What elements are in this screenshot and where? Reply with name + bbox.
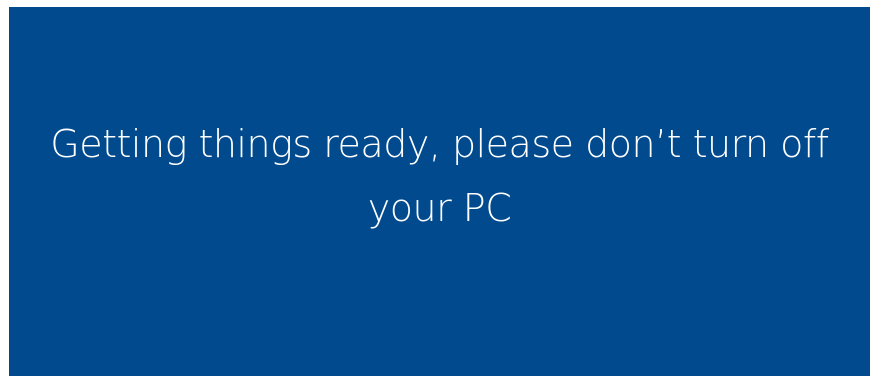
status-message: Getting things ready, please don’t turn … [50, 112, 829, 240]
status-message-line-1: Getting things ready, please don’t turn … [50, 121, 829, 166]
update-screen: Getting things ready, please don’t turn … [9, 7, 870, 376]
status-message-line-2: your PC [367, 185, 512, 230]
